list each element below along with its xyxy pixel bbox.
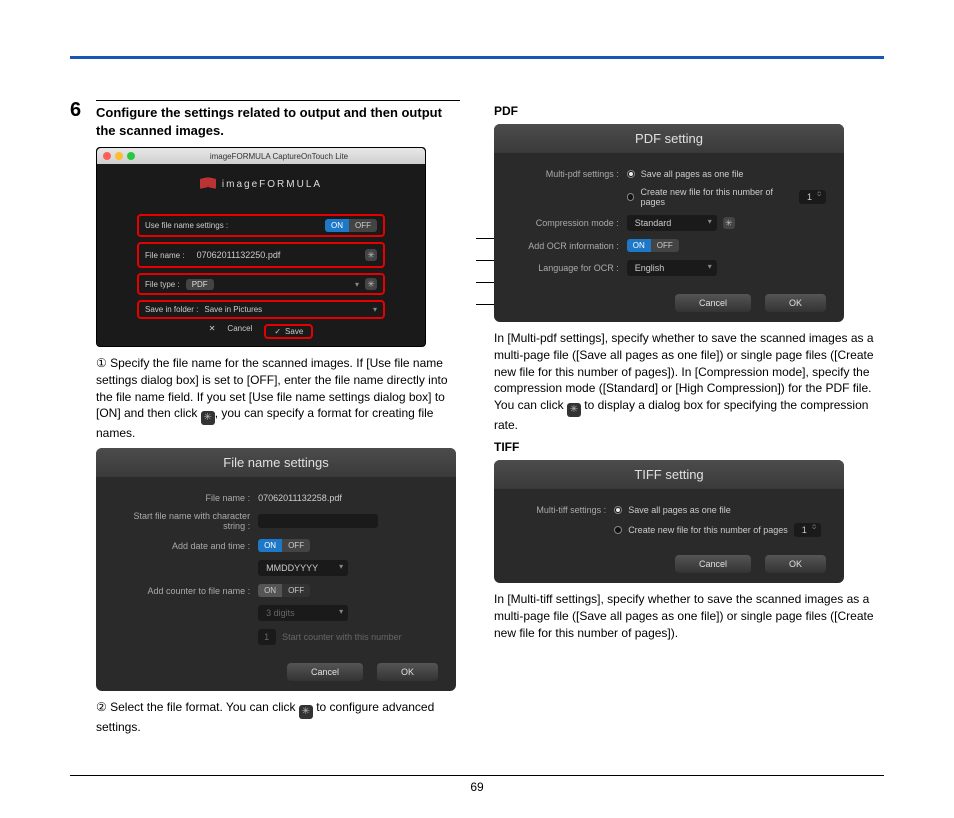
chevron-down-icon[interactable]: ▾ bbox=[355, 280, 359, 289]
tiff-paragraph: In [Multi-tiff settings], specify whethe… bbox=[494, 591, 884, 641]
pdf-opt1: Save all pages as one file bbox=[641, 169, 744, 179]
pdf-r1-label: Multi-pdf settings : bbox=[512, 169, 619, 179]
window-title: imageFORMULA CaptureOnTouch Lite bbox=[139, 152, 419, 161]
filename-label: File name : bbox=[145, 251, 185, 260]
toggle-on: ON bbox=[325, 219, 349, 232]
gear-icon[interactable] bbox=[723, 217, 735, 229]
chevron-down-icon[interactable]: ▾ bbox=[373, 305, 377, 314]
close-icon: ✕ bbox=[209, 324, 216, 339]
pdf-r3-label: Add OCR information : bbox=[512, 241, 619, 251]
tiff-r1-label: Multi-tiff settings : bbox=[512, 505, 606, 515]
pdf-dialog-title: PDF setting bbox=[494, 124, 844, 153]
output-action-row: ✕ Cancel ✓ Save bbox=[137, 324, 385, 339]
pdf-compression-select[interactable]: Standard bbox=[627, 215, 717, 231]
fn-date-format-select[interactable]: MMDDYYYY bbox=[258, 560, 348, 576]
paragraph-2: ② Select the file format. You can click … bbox=[70, 699, 460, 736]
page-top-rule bbox=[70, 56, 884, 59]
paragraph-1: ① Specify the file name for the scanned … bbox=[70, 355, 460, 442]
minimize-dot-icon[interactable] bbox=[115, 152, 123, 160]
pdf-ok-button[interactable]: OK bbox=[765, 294, 826, 312]
fn-counter-start-input[interactable]: 1 bbox=[258, 629, 276, 645]
pdf-ocr-lang-select[interactable]: English bbox=[627, 260, 717, 276]
fn-r3-label: Add date and time : bbox=[114, 541, 250, 551]
tiff-dialog: TIFF setting Multi-tiff settings : Save … bbox=[494, 460, 844, 583]
fn-counter-hint: Start counter with this number bbox=[282, 632, 402, 642]
step-6-heading: 6 Configure the settings related to outp… bbox=[70, 100, 460, 139]
pdf-r4-label: Language for OCR : bbox=[512, 263, 619, 273]
gear-icon[interactable] bbox=[365, 249, 377, 261]
p2a: Select the file format. You can click bbox=[110, 700, 299, 714]
step-number: 6 bbox=[70, 100, 88, 120]
mac-titlebar: imageFORMULA CaptureOnTouch Lite bbox=[97, 148, 425, 164]
pdf-heading: PDF bbox=[494, 104, 884, 118]
page-bottom-rule bbox=[70, 775, 884, 776]
tiff-heading: TIFF bbox=[494, 440, 884, 454]
filetype-value[interactable]: PDF bbox=[186, 279, 214, 290]
page-body: 6 Configure the settings related to outp… bbox=[70, 100, 884, 768]
output-row-folder: Save in folder : Save in Pictures ▾ bbox=[137, 300, 385, 319]
fn-r2-label: Start file name with character string : bbox=[114, 511, 250, 531]
fn-date-toggle[interactable]: ONOFF bbox=[258, 539, 310, 552]
close-dot-icon[interactable] bbox=[103, 152, 111, 160]
folder-label: Save in folder : bbox=[145, 305, 198, 314]
save-button[interactable]: Save bbox=[285, 327, 303, 336]
output-row-filename: File name : 07062011132250.pdf bbox=[137, 242, 385, 268]
tiff-ok-button[interactable]: OK bbox=[765, 555, 826, 573]
gear-icon[interactable] bbox=[365, 278, 377, 290]
fn-cancel-button[interactable]: Cancel bbox=[287, 663, 363, 681]
pdf-paragraph: In [Multi-pdf settings], specify whether… bbox=[494, 330, 884, 434]
gear-icon bbox=[299, 705, 313, 719]
left-column: 6 Configure the settings related to outp… bbox=[70, 100, 460, 768]
app-window: imageFORMULA CaptureOnTouch Lite imageFO… bbox=[96, 147, 426, 347]
brand-text: imageFORMULA bbox=[222, 179, 322, 190]
pdf-r2-label: Compression mode : bbox=[512, 218, 619, 228]
radio-icon[interactable] bbox=[614, 506, 622, 514]
fn-r4-label: Add counter to file name : bbox=[114, 586, 250, 596]
radio-icon[interactable] bbox=[614, 526, 622, 534]
use-filename-label: Use file name settings : bbox=[145, 221, 228, 230]
filename-input[interactable]: 07062011132250.pdf bbox=[191, 247, 311, 263]
radio-icon[interactable] bbox=[627, 170, 635, 178]
pdf-opt2: Create new file for this number of pages bbox=[640, 187, 793, 207]
pdf-pages-stepper[interactable]: 1 bbox=[799, 190, 826, 204]
radio-icon[interactable] bbox=[627, 193, 635, 201]
toggle-off: OFF bbox=[349, 219, 377, 232]
app-brand: imageFORMULA bbox=[97, 164, 425, 214]
filename-dialog-wrap: File name settings File name : 070620111… bbox=[96, 448, 456, 691]
tiff-cancel-button[interactable]: Cancel bbox=[675, 555, 751, 573]
check-icon: ✓ bbox=[274, 327, 281, 336]
pdf-cancel-button[interactable]: Cancel bbox=[675, 294, 751, 312]
tiff-pages-stepper[interactable]: 1 bbox=[794, 523, 821, 537]
gear-icon bbox=[567, 403, 581, 417]
tiff-opt2: Create new file for this number of pages bbox=[628, 525, 788, 535]
fn-r1-label: File name : bbox=[114, 493, 250, 503]
page-number: 69 bbox=[0, 780, 954, 794]
fn-digits-select[interactable]: 3 digits bbox=[258, 605, 348, 621]
output-row-filename-toggle: Use file name settings : ONOFF bbox=[137, 214, 385, 237]
pdf-dialog: PDF setting Multi-pdf settings : Save al… bbox=[494, 124, 844, 322]
pdf-ocr-toggle[interactable]: ONOFF bbox=[627, 239, 679, 252]
filename-dialog: File name settings File name : 070620111… bbox=[96, 448, 456, 691]
tiff-dialog-title: TIFF setting bbox=[494, 460, 844, 489]
filetype-label: File type : bbox=[145, 280, 180, 289]
tiff-opt1: Save all pages as one file bbox=[628, 505, 731, 515]
app-form: Use file name settings : ONOFF File name… bbox=[97, 214, 425, 339]
folder-value[interactable]: Save in Pictures bbox=[204, 305, 262, 314]
filename-dialog-title: File name settings bbox=[96, 448, 456, 477]
fn-counter-toggle[interactable]: ONOFF bbox=[258, 584, 310, 597]
fn-ok-button[interactable]: OK bbox=[377, 663, 438, 681]
fn-prefix-input[interactable] bbox=[258, 514, 378, 528]
right-column: PDF PDF setting Multi-pdf settings : Sav… bbox=[494, 100, 884, 768]
output-row-filetype: File type : PDF ▾ bbox=[137, 273, 385, 295]
save-button-highlight: ✓ Save bbox=[264, 324, 313, 339]
zoom-dot-icon[interactable] bbox=[127, 152, 135, 160]
gear-icon bbox=[201, 411, 215, 425]
cancel-button[interactable]: Cancel bbox=[227, 324, 252, 339]
step-title: Configure the settings related to output… bbox=[96, 100, 460, 139]
fn-r1-value: 07062011132258.pdf bbox=[258, 493, 342, 503]
book-icon bbox=[200, 178, 216, 188]
app-screenshot: imageFORMULA CaptureOnTouch Lite imageFO… bbox=[96, 147, 516, 347]
use-filename-toggle[interactable]: ONOFF bbox=[325, 219, 377, 232]
